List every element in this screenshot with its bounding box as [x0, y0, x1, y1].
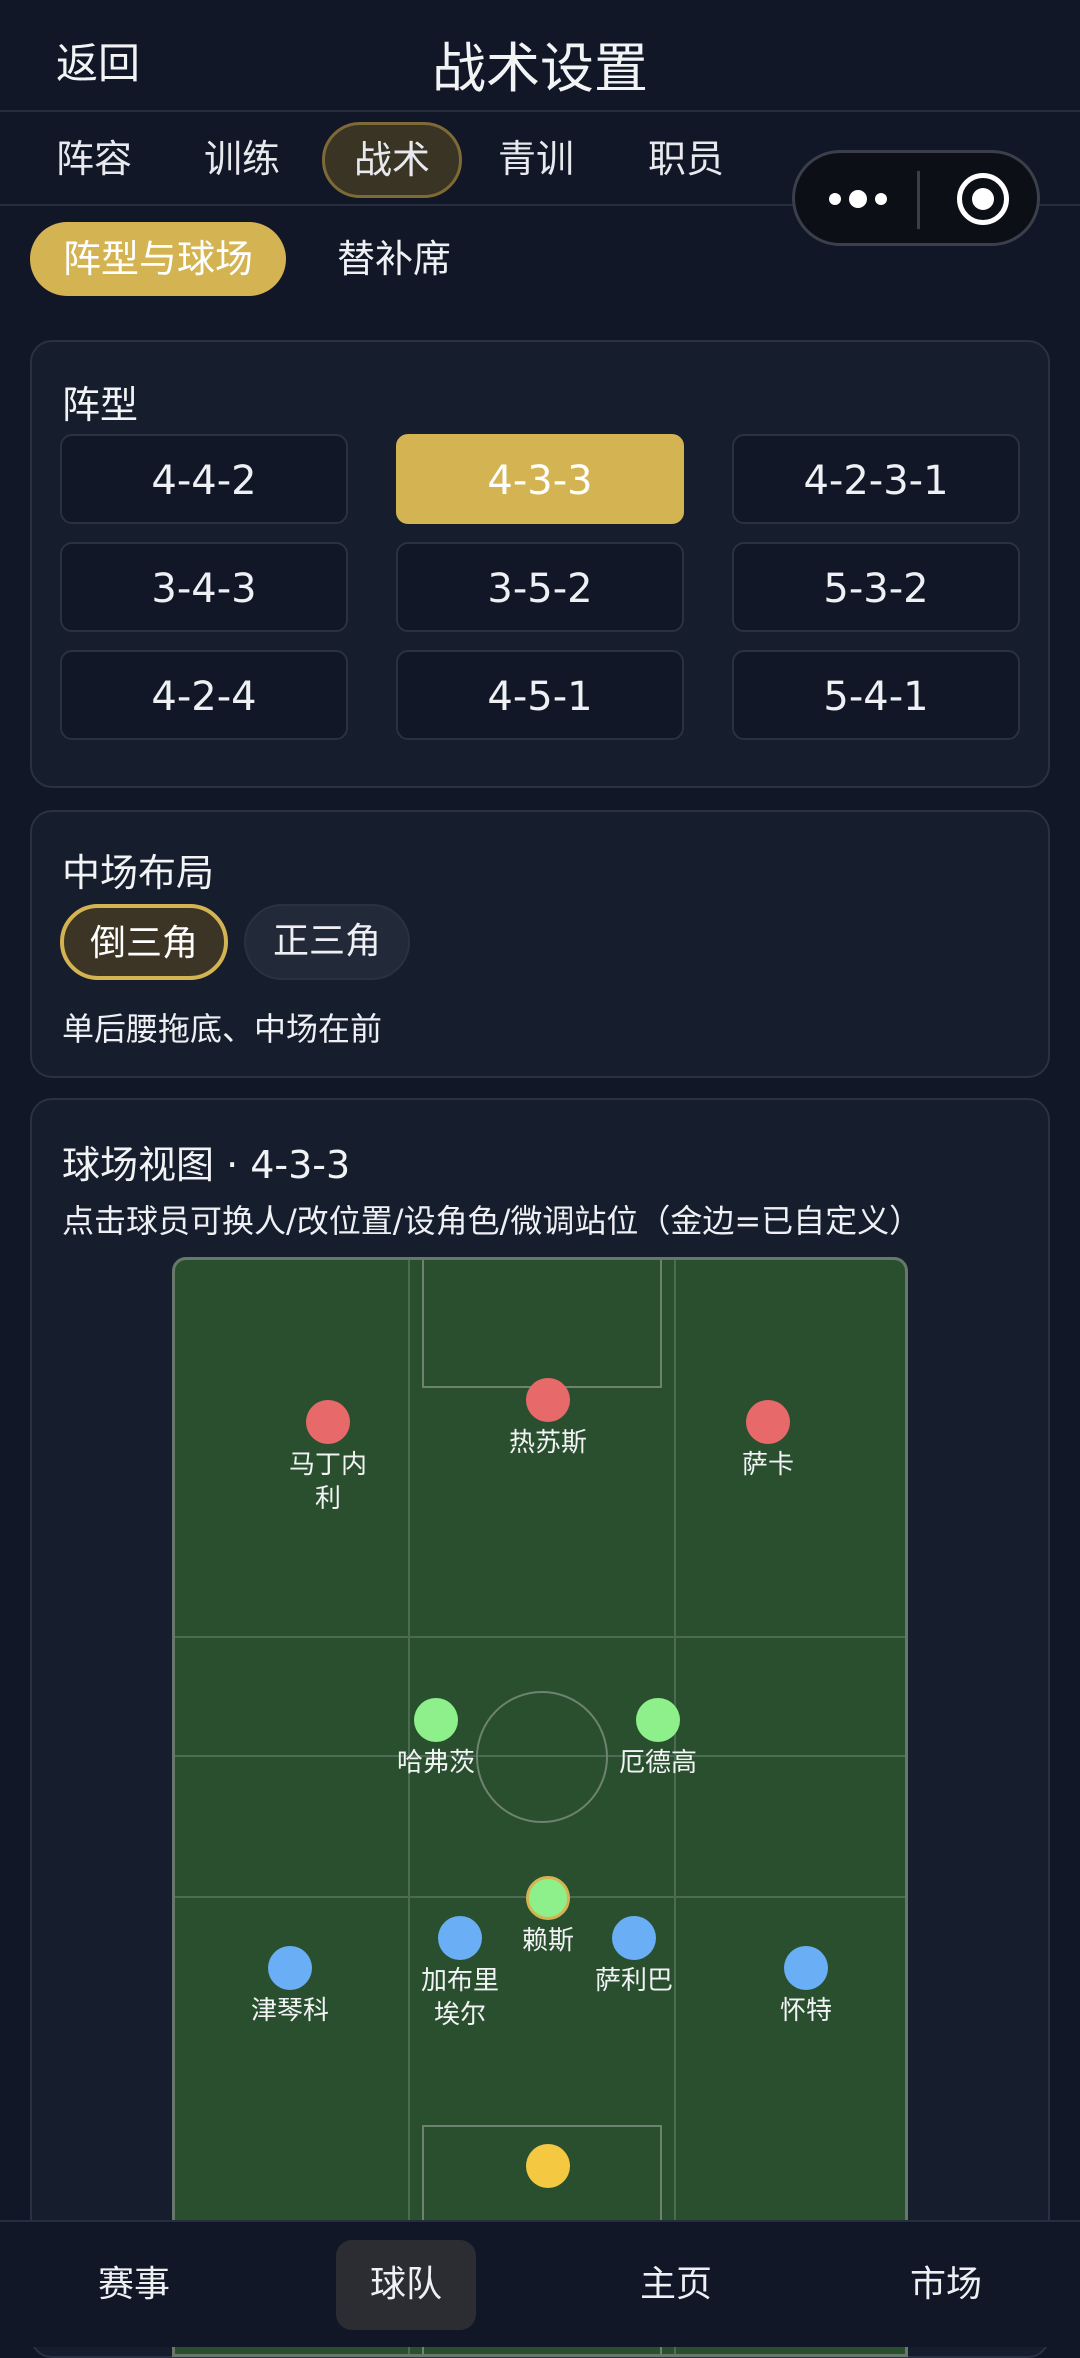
tab-tactics[interactable]: 战术 — [322, 122, 462, 198]
player-dot[interactable] — [414, 1698, 458, 1742]
nav-team[interactable]: 球队 — [336, 2240, 476, 2330]
midfield-title: 中场布局 — [62, 851, 215, 895]
player-name: 萨利巴 — [594, 1966, 673, 1996]
player-dot[interactable] — [612, 1916, 656, 1960]
subtab-formation-pitch[interactable]: 阵型与球场 — [30, 222, 286, 296]
formation-option[interactable]: 4-2-4 — [60, 650, 348, 740]
player-name: 厄德高 — [618, 1748, 697, 1778]
player-dot[interactable] — [526, 1876, 570, 1920]
formation-card: 阵型 4-4-2 4-3-3 4-2-3-1 3-4-3 3-5-2 5-3-2… — [30, 340, 1050, 788]
midfield-option-inverted-triangle[interactable]: 倒三角 — [60, 904, 228, 980]
player-dot[interactable] — [636, 1698, 680, 1742]
player-marker[interactable] — [468, 2144, 628, 2188]
nav-market[interactable]: 市场 — [876, 2240, 1016, 2330]
player-dot[interactable] — [306, 1400, 350, 1444]
formation-option[interactable]: 5-3-2 — [732, 542, 1020, 632]
tab-youth[interactable]: 青训 — [480, 124, 592, 194]
player-marker[interactable]: 厄德高 — [578, 1698, 738, 1780]
close-target-icon[interactable] — [957, 173, 1009, 225]
player-name: 热苏斯 — [508, 1428, 587, 1458]
player-dot[interactable] — [784, 1946, 828, 1990]
player-marker[interactable]: 津琴科 — [210, 1946, 370, 2028]
capsule-divider — [917, 171, 920, 229]
subtab-bench[interactable]: 替补席 — [316, 222, 472, 296]
tab-staff[interactable]: 职员 — [630, 124, 742, 194]
player-marker[interactable]: 热苏斯 — [468, 1378, 628, 1460]
formation-title: 阵型 — [62, 383, 139, 427]
player-name: 哈弗茨 — [396, 1748, 475, 1778]
midfield-description: 单后腰拖底、中场在前 — [62, 1010, 383, 1048]
nav-matches[interactable]: 赛事 — [64, 2240, 204, 2330]
formation-option[interactable]: 4-4-2 — [60, 434, 348, 524]
player-dot[interactable] — [438, 1916, 482, 1960]
miniprogram-capsule — [792, 150, 1040, 246]
player-dot[interactable] — [746, 1400, 790, 1444]
player-dot[interactable] — [526, 2144, 570, 2188]
pitch-line — [674, 1260, 676, 2354]
more-icon[interactable] — [829, 181, 889, 217]
formation-option[interactable]: 4-5-1 — [396, 650, 684, 740]
page-title: 战术设置 — [432, 37, 648, 100]
player-dot[interactable] — [526, 1378, 570, 1422]
player-marker[interactable]: 马丁内利 — [248, 1400, 408, 1516]
midfield-card: 中场布局 倒三角 正三角 单后腰拖底、中场在前 — [30, 810, 1050, 1078]
player-marker[interactable]: 萨卡 — [688, 1400, 848, 1482]
pitch-title: 球场视图 · 4-3-3 — [62, 1143, 351, 1187]
nav-home[interactable]: 主页 — [606, 2240, 746, 2330]
formation-option[interactable]: 3-4-3 — [60, 542, 348, 632]
player-dot[interactable] — [268, 1946, 312, 1990]
midfield-option-triangle[interactable]: 正三角 — [244, 904, 410, 980]
tab-lineup[interactable]: 阵容 — [38, 124, 150, 194]
player-name: 怀特 — [779, 1996, 832, 2026]
pitch-line — [175, 1636, 905, 1638]
player-marker[interactable]: 哈弗茨 — [356, 1698, 516, 1780]
bottom-nav: 赛事 球队 主页 市场 — [0, 2220, 1080, 2347]
player-name: 津琴科 — [250, 1996, 329, 2026]
top-penalty-box — [422, 1260, 662, 1388]
tab-training[interactable]: 训练 — [186, 124, 298, 194]
pitch-hint: 点击球员可换人/改位置/设角色/微调站位（金边=已自定义） — [62, 1202, 922, 1240]
player-name: 加布里 埃尔 — [420, 1966, 499, 2030]
formation-option[interactable]: 4-2-3-1 — [732, 434, 1020, 524]
pitch-line — [408, 1260, 410, 2354]
player-marker[interactable]: 加布里 埃尔 — [380, 1916, 540, 2032]
player-name: 马丁内利 — [288, 1450, 367, 1514]
header: 返回 战术设置 — [0, 0, 1080, 112]
player-marker[interactable]: 萨利巴 — [554, 1916, 714, 1998]
formation-option[interactable]: 3-5-2 — [396, 542, 684, 632]
formation-option[interactable]: 5-4-1 — [732, 650, 1020, 740]
player-marker[interactable]: 怀特 — [726, 1946, 886, 2028]
player-name: 萨卡 — [741, 1450, 794, 1480]
formation-option-selected[interactable]: 4-3-3 — [396, 434, 684, 524]
